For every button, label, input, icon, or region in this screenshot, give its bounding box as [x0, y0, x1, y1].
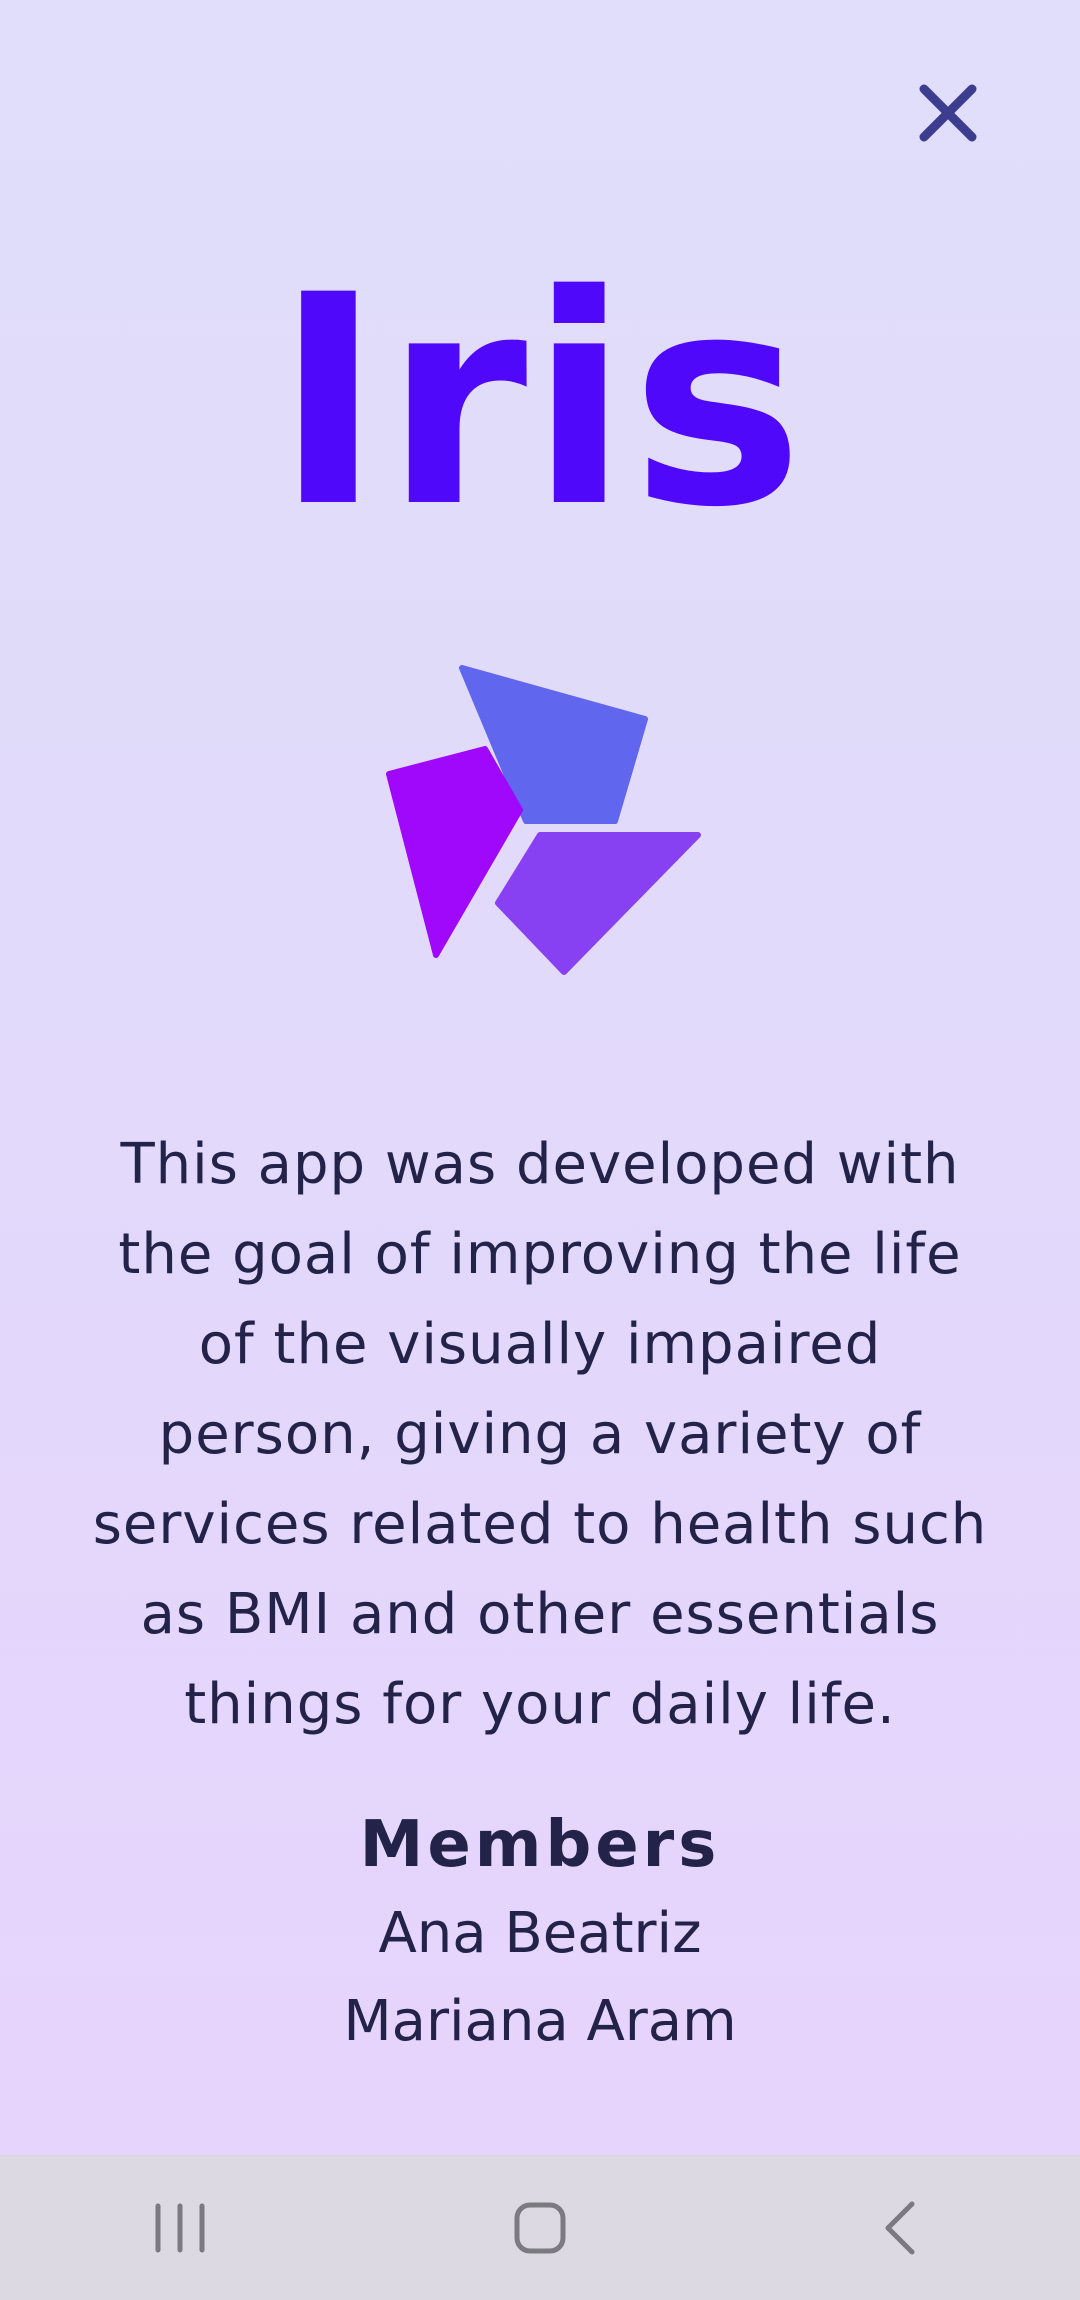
app-description: This app was developed with the goal of …: [92, 1132, 988, 1737]
recents-button[interactable]: [90, 2168, 270, 2288]
iris-logo-icon: [386, 665, 701, 975]
back-button[interactable]: [810, 2168, 990, 2288]
member-name: Mariana Aram: [343, 1989, 737, 2054]
logo-left-shard: [386, 746, 523, 958]
home-icon: [514, 2202, 566, 2253]
content-scroll-area[interactable]: This app was developed with the goal of …: [0, 1120, 1080, 2155]
recents-icon: [155, 2203, 205, 2252]
close-button[interactable]: [905, 70, 991, 156]
members-heading: Members: [359, 1808, 721, 1882]
logo-bottom-shard: [495, 832, 701, 975]
app-title: Iris: [274, 234, 806, 571]
close-icon: [919, 84, 977, 142]
about-screen: Iris This app was developed with the goa…: [0, 0, 1080, 2300]
member-name: Ana Beatriz: [378, 1901, 702, 1966]
home-button[interactable]: [450, 2168, 630, 2288]
system-navigation-bar: [0, 2155, 1080, 2300]
back-icon: [885, 2201, 915, 2254]
